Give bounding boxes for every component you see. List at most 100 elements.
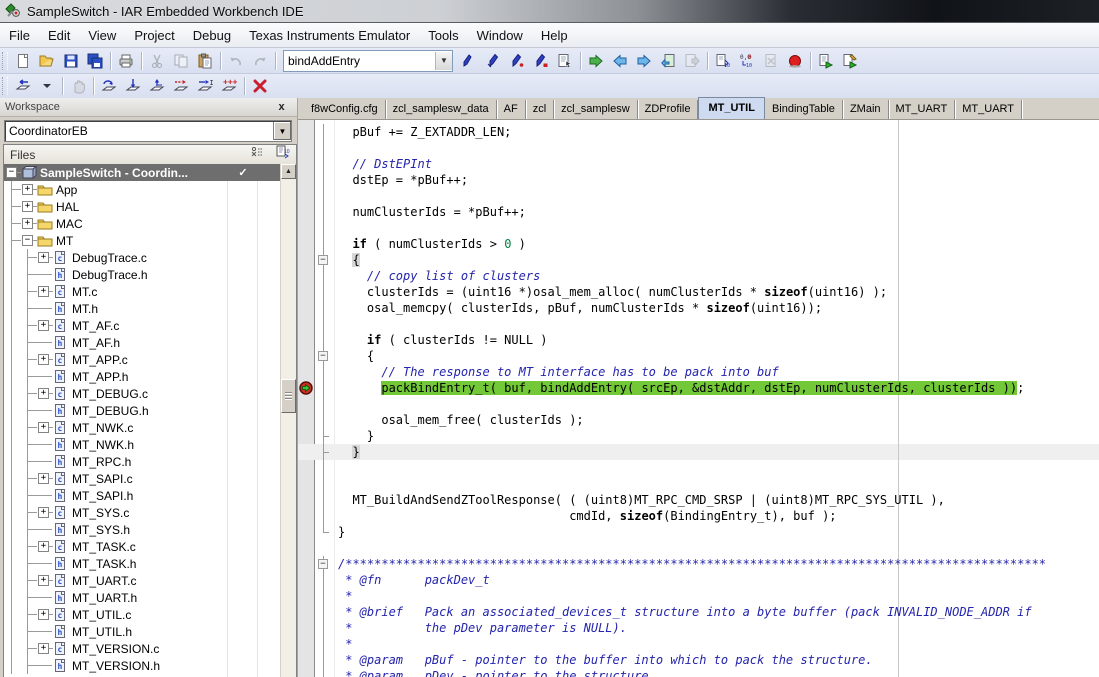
expand-plus-icon[interactable]: + [38,354,49,365]
fold-margin-cell[interactable] [315,508,334,524]
paste-icon[interactable] [193,49,217,72]
tree-item-mt-af-c[interactable]: + c MT_AF.c [4,317,281,334]
breakpoint-gutter-cell[interactable] [298,556,314,572]
menu-item-window[interactable]: Window [468,25,532,46]
breakpoint-gutter-cell[interactable] [298,540,314,556]
breakpoint-gutter-cell[interactable] [298,204,314,220]
code-text[interactable]: pBuf += Z_EXTADDR_LEN; [338,124,511,140]
tab-mt_util[interactable]: MT_UTIL [698,97,765,119]
browse-source-icon[interactable] [553,49,577,72]
tree-expand-toggle[interactable]: + [36,640,53,657]
expand-plus-icon[interactable]: + [22,201,33,212]
code-line[interactable]: } [298,524,1099,540]
tree-expand-toggle[interactable]: + [36,572,53,589]
option-column-icon[interactable] [244,146,270,164]
breakpoint-gutter-cell[interactable] [298,652,314,668]
code-editor[interactable]: pBuf += Z_EXTADDR_LEN; // DstEPInt dstEp… [298,120,1099,677]
scrollbar-thumb[interactable] [281,379,296,413]
tree-item-mt-uart-c[interactable]: + c MT_UART.c [4,572,281,589]
tab-f8wconfig.cfg[interactable]: f8wConfig.cfg [304,100,386,119]
breakpoint-gutter-cell[interactable] [298,588,314,604]
output-column-icon[interactable]: 10 [270,145,296,164]
save-all-icon[interactable] [83,49,107,72]
tab-zcl[interactable]: zcl [526,100,555,119]
code-line[interactable]: } [298,428,1099,444]
breakpoint-gutter-cell[interactable] [298,604,314,620]
breakpoint-gutter-cell[interactable] [298,156,314,172]
previous-document-icon[interactable] [656,49,680,72]
step-over-icon[interactable] [97,75,121,98]
fold-margin-cell[interactable] [315,380,334,396]
breakpoint-gutter-cell[interactable] [298,236,314,252]
breakpoint-gutter-cell[interactable] [298,492,314,508]
code-line[interactable]: * [298,636,1099,652]
tree-scrollbar[interactable]: ▲ [280,164,296,677]
code-line[interactable] [298,140,1099,156]
tree-expand-toggle[interactable]: + [36,538,53,555]
fold-margin-cell[interactable] [315,604,334,620]
code-text[interactable]: cmdId, sizeof(BindingEntry_t), buf ); [338,508,836,524]
tree-expand-toggle[interactable]: + [20,198,37,215]
code-text[interactable]: * @param pDev - pointer to the structure… [338,668,656,677]
tree-expand-toggle[interactable]: + [36,283,53,300]
code-lines[interactable]: pBuf += Z_EXTADDR_LEN; // DstEPInt dstEp… [298,124,1099,677]
tree-item-mt-af-h[interactable]: h MT_AF.h [4,334,281,351]
new-document-icon[interactable] [11,49,35,72]
tab-zdprofile[interactable]: ZDProfile [638,100,699,119]
code-text[interactable]: } [338,524,345,540]
code-line[interactable]: osal_mem_free( clusterIds ); [298,412,1099,428]
find-previous-icon[interactable] [505,49,529,72]
tree-item-mt[interactable]: − MT [4,232,281,249]
compile-icon[interactable] [838,49,862,72]
go-icon[interactable]: +++ [217,75,241,98]
breakpoint-gutter-cell[interactable] [298,668,314,677]
files-column-header[interactable]: Files 10 [4,145,296,165]
find-combobox[interactable]: bindAddEntry ▼ [283,49,453,72]
tree-item-mt-debug-h[interactable]: h MT_DEBUG.h [4,402,281,419]
tree-item-mt-uart-h[interactable]: h MT_UART.h [4,589,281,606]
tree-expand-toggle[interactable]: + [36,470,53,487]
toolbar-grip[interactable] [2,77,8,95]
code-line[interactable]: MT_BuildAndSendZToolResponse( ( (uint8)M… [298,492,1099,508]
tree-item-sampleswitch-coordin-[interactable]: − SampleSwitch - Coordin... ✓ [4,164,281,181]
tree-item-mt-sys-h[interactable]: h MT_SYS.h [4,521,281,538]
tree-item-mt-sys-c[interactable]: + c MT_SYS.c [4,504,281,521]
breakpoint-gutter-cell[interactable] [298,620,314,636]
chevron-down-icon[interactable]: ▼ [273,122,291,140]
code-text[interactable]: * @param pBuf - pointer to the buffer in… [338,652,872,668]
code-text[interactable]: clusterIds = (uint16 *)osal_mem_alloc( n… [338,284,887,300]
expand-plus-icon[interactable]: + [38,252,49,263]
code-line[interactable] [298,460,1099,476]
configuration-select[interactable]: CoordinatorEB ▼ [4,120,292,142]
tree-expand-toggle[interactable]: − [20,232,37,249]
tab-zcl_samplesw_data[interactable]: zcl_samplesw_data [386,100,497,119]
expand-plus-icon[interactable]: + [38,320,49,331]
fold-margin-cell[interactable] [315,460,334,476]
breakpoint-gutter-cell[interactable] [298,572,314,588]
code-text[interactable]: dstEp = *pBuf++; [338,172,468,188]
tree-item-hal[interactable]: + HAL [4,198,281,215]
fold-margin-cell[interactable] [315,236,334,252]
fold-margin-cell[interactable] [315,668,334,677]
make-icon[interactable] [814,49,838,72]
fold-margin-cell[interactable] [315,300,334,316]
find-icon[interactable] [457,49,481,72]
tree-expand-toggle[interactable]: + [36,504,53,521]
breakpoint-gutter-cell[interactable] [298,172,314,188]
fold-margin-cell[interactable] [315,156,334,172]
code-line[interactable]: − { [298,252,1099,268]
breakpoint-gutter-cell[interactable] [298,364,314,380]
menu-item-edit[interactable]: Edit [39,25,79,46]
menu-item-help[interactable]: Help [532,25,577,46]
tree-item-app[interactable]: + App [4,181,281,198]
toggle-breakpoint-icon[interactable] [783,49,807,72]
toolbar-grip[interactable] [2,51,8,70]
code-text[interactable]: MT_BuildAndSendZToolResponse( ( (uint8)M… [338,492,944,508]
breakpoint-gutter-cell[interactable] [298,268,314,284]
menu-item-debug[interactable]: Debug [184,25,240,46]
code-line[interactable] [298,188,1099,204]
reset-options-icon[interactable] [35,75,59,98]
navigate-forward-icon[interactable] [632,49,656,72]
breakpoint-gutter-cell[interactable] [298,140,314,156]
fold-margin-cell[interactable] [315,652,334,668]
